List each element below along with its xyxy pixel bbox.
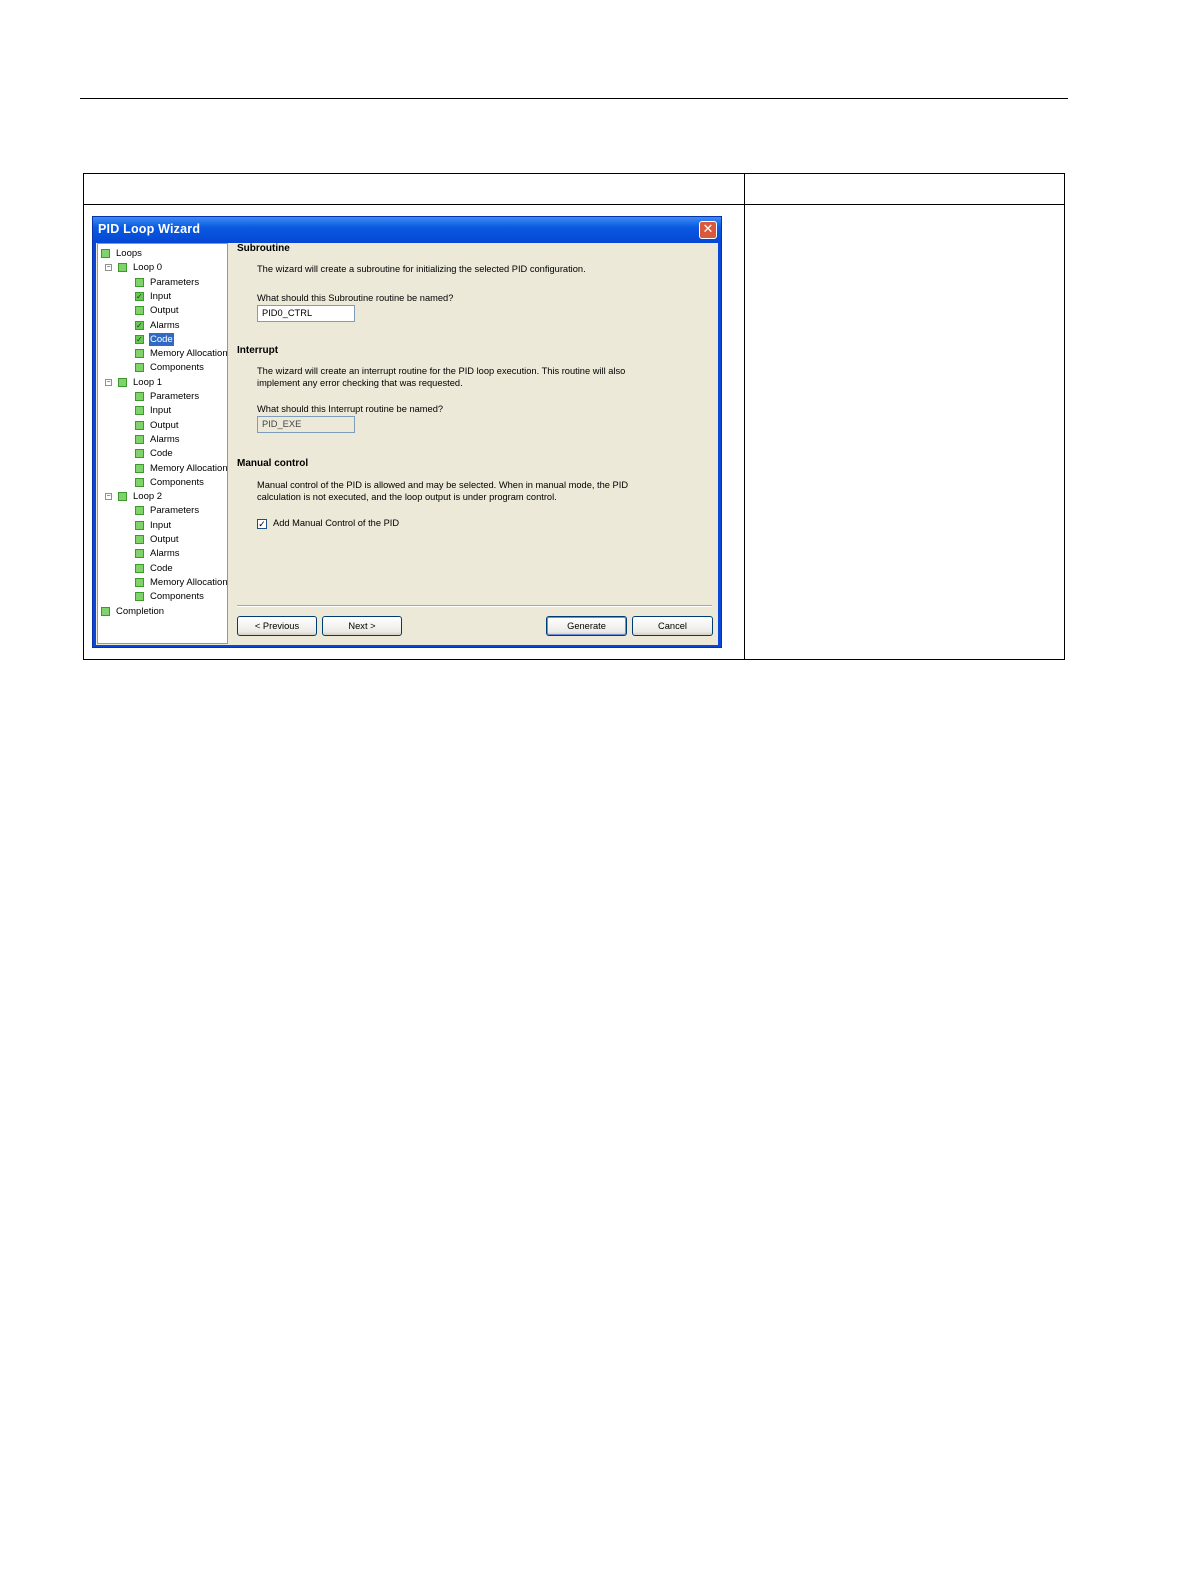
step-icon bbox=[118, 492, 127, 502]
previous-button[interactable]: < Previous bbox=[237, 616, 317, 636]
tree-item-label: Input bbox=[150, 519, 172, 531]
table-header-row bbox=[84, 174, 1064, 205]
button-separator bbox=[237, 605, 712, 607]
interrupt-description-line1: The wizard will create an interrupt rout… bbox=[257, 366, 626, 376]
tree-item-label: Memory Allocation bbox=[150, 462, 228, 474]
checkmark-icon: ✓ bbox=[258, 519, 266, 529]
tree-item-label: Code bbox=[149, 332, 174, 346]
manual-control-checkbox-label[interactable]: Add Manual Control of the PID bbox=[273, 518, 399, 528]
tree-item-label: Parameters bbox=[150, 276, 200, 288]
step-icon bbox=[101, 606, 110, 616]
tree-item-label: Code bbox=[150, 562, 173, 574]
checked-step-icon bbox=[135, 333, 144, 346]
tree-item-label: Components bbox=[150, 591, 204, 603]
tree-item-label: Completion bbox=[116, 605, 165, 617]
close-icon: ✕ bbox=[702, 222, 714, 237]
tree-item-label: Loops bbox=[116, 248, 142, 259]
tree-item-label: Memory Allocation bbox=[150, 348, 228, 360]
manual-control-description-line2: calculation is not executed, and the loo… bbox=[257, 492, 557, 502]
subroutine-question: What should this Subroutine routine be n… bbox=[257, 293, 454, 303]
wizard-content: Subroutine The wizard will create a subr… bbox=[232, 243, 718, 645]
tree-item-label: Loop 0 bbox=[133, 262, 163, 274]
pid-loop-wizard-window: PID Loop Wizard ✕ Loops Loop 0 − Parameters… bbox=[92, 216, 722, 648]
step-icon bbox=[135, 349, 144, 359]
tree-item-label: Alarms bbox=[150, 433, 180, 445]
tree-item-label: Output bbox=[150, 305, 179, 317]
title-bar[interactable]: PID Loop Wizard ✕ bbox=[93, 217, 721, 243]
step-icon bbox=[135, 520, 144, 530]
tree-item-label: Input bbox=[150, 290, 172, 302]
tree-item-label: Parameters bbox=[150, 391, 200, 402]
navigation-tree[interactable]: LoopsLoop 0−ParametersInputOutputAlarmsC… bbox=[97, 243, 228, 644]
step-icon bbox=[135, 392, 144, 401]
tree-item-label: Output bbox=[150, 534, 179, 545]
step-icon bbox=[135, 449, 144, 459]
step-icon bbox=[135, 363, 144, 373]
step-icon bbox=[135, 406, 144, 416]
step-icon bbox=[135, 420, 144, 430]
step-icon bbox=[135, 506, 144, 516]
close-button[interactable]: ✕ bbox=[699, 221, 717, 239]
step-icon bbox=[118, 377, 127, 387]
checked-step-icon bbox=[135, 290, 144, 303]
subroutine-name-input[interactable]: PID0_CTRL bbox=[257, 305, 355, 322]
collapse-icon[interactable]: − bbox=[105, 378, 112, 386]
step-icon bbox=[135, 306, 144, 316]
interrupt-question: What should this Interrupt routine be na… bbox=[257, 404, 444, 414]
tree-item-label: Components bbox=[150, 362, 204, 374]
subroutine-heading: Subroutine bbox=[237, 243, 290, 254]
tree-item-label: Parameters bbox=[150, 505, 200, 517]
tree-item-label: Loop 1 bbox=[133, 376, 163, 388]
step-icon bbox=[135, 463, 144, 473]
manual-control-checkbox[interactable]: ✓ bbox=[257, 519, 267, 529]
manual-control-description-line1: Manual control of the PID is allowed and… bbox=[257, 480, 629, 490]
manual-control-heading: Manual control bbox=[237, 458, 309, 469]
tree-item-label: Memory Allocation bbox=[150, 576, 228, 588]
step-icon bbox=[135, 477, 144, 487]
tree-item-label: Input bbox=[150, 405, 172, 417]
tree-item-label: Alarms bbox=[150, 548, 180, 560]
table-column-divider bbox=[744, 174, 745, 659]
tree-item-label: Loop 2 bbox=[133, 491, 163, 503]
checked-step-icon bbox=[135, 319, 144, 332]
wizard-client-area: LoopsLoop 0−ParametersInputOutputAlarmsC… bbox=[96, 243, 718, 645]
window-title: PID Loop Wizard bbox=[98, 222, 201, 236]
collapse-icon[interactable]: − bbox=[105, 264, 112, 272]
subroutine-description: The wizard will create a subroutine for … bbox=[257, 264, 586, 274]
step-icon bbox=[135, 434, 144, 444]
tree-item-label: Output bbox=[150, 419, 179, 431]
next-button[interactable]: Next > bbox=[322, 616, 402, 636]
step-icon bbox=[135, 577, 144, 587]
interrupt-heading: Interrupt bbox=[237, 345, 279, 356]
step-icon bbox=[135, 563, 144, 573]
step-icon bbox=[135, 277, 144, 287]
tree-item-label: Components bbox=[150, 476, 204, 488]
step-icon bbox=[135, 592, 144, 602]
step-icon bbox=[135, 549, 144, 559]
interrupt-name-input[interactable]: PID_EXE bbox=[257, 416, 355, 433]
cancel-button[interactable]: Cancel bbox=[632, 616, 713, 636]
step-icon bbox=[118, 263, 127, 273]
step-icon bbox=[135, 535, 144, 544]
interrupt-description-line2: implement any error checking that was re… bbox=[257, 378, 463, 388]
step-icon bbox=[101, 249, 110, 258]
generate-button[interactable]: Generate bbox=[546, 616, 627, 636]
tree-item-label: Alarms bbox=[150, 319, 180, 331]
page-top-rule bbox=[80, 98, 1068, 99]
tree-item-label: Code bbox=[150, 448, 173, 460]
collapse-icon[interactable]: − bbox=[105, 493, 112, 501]
